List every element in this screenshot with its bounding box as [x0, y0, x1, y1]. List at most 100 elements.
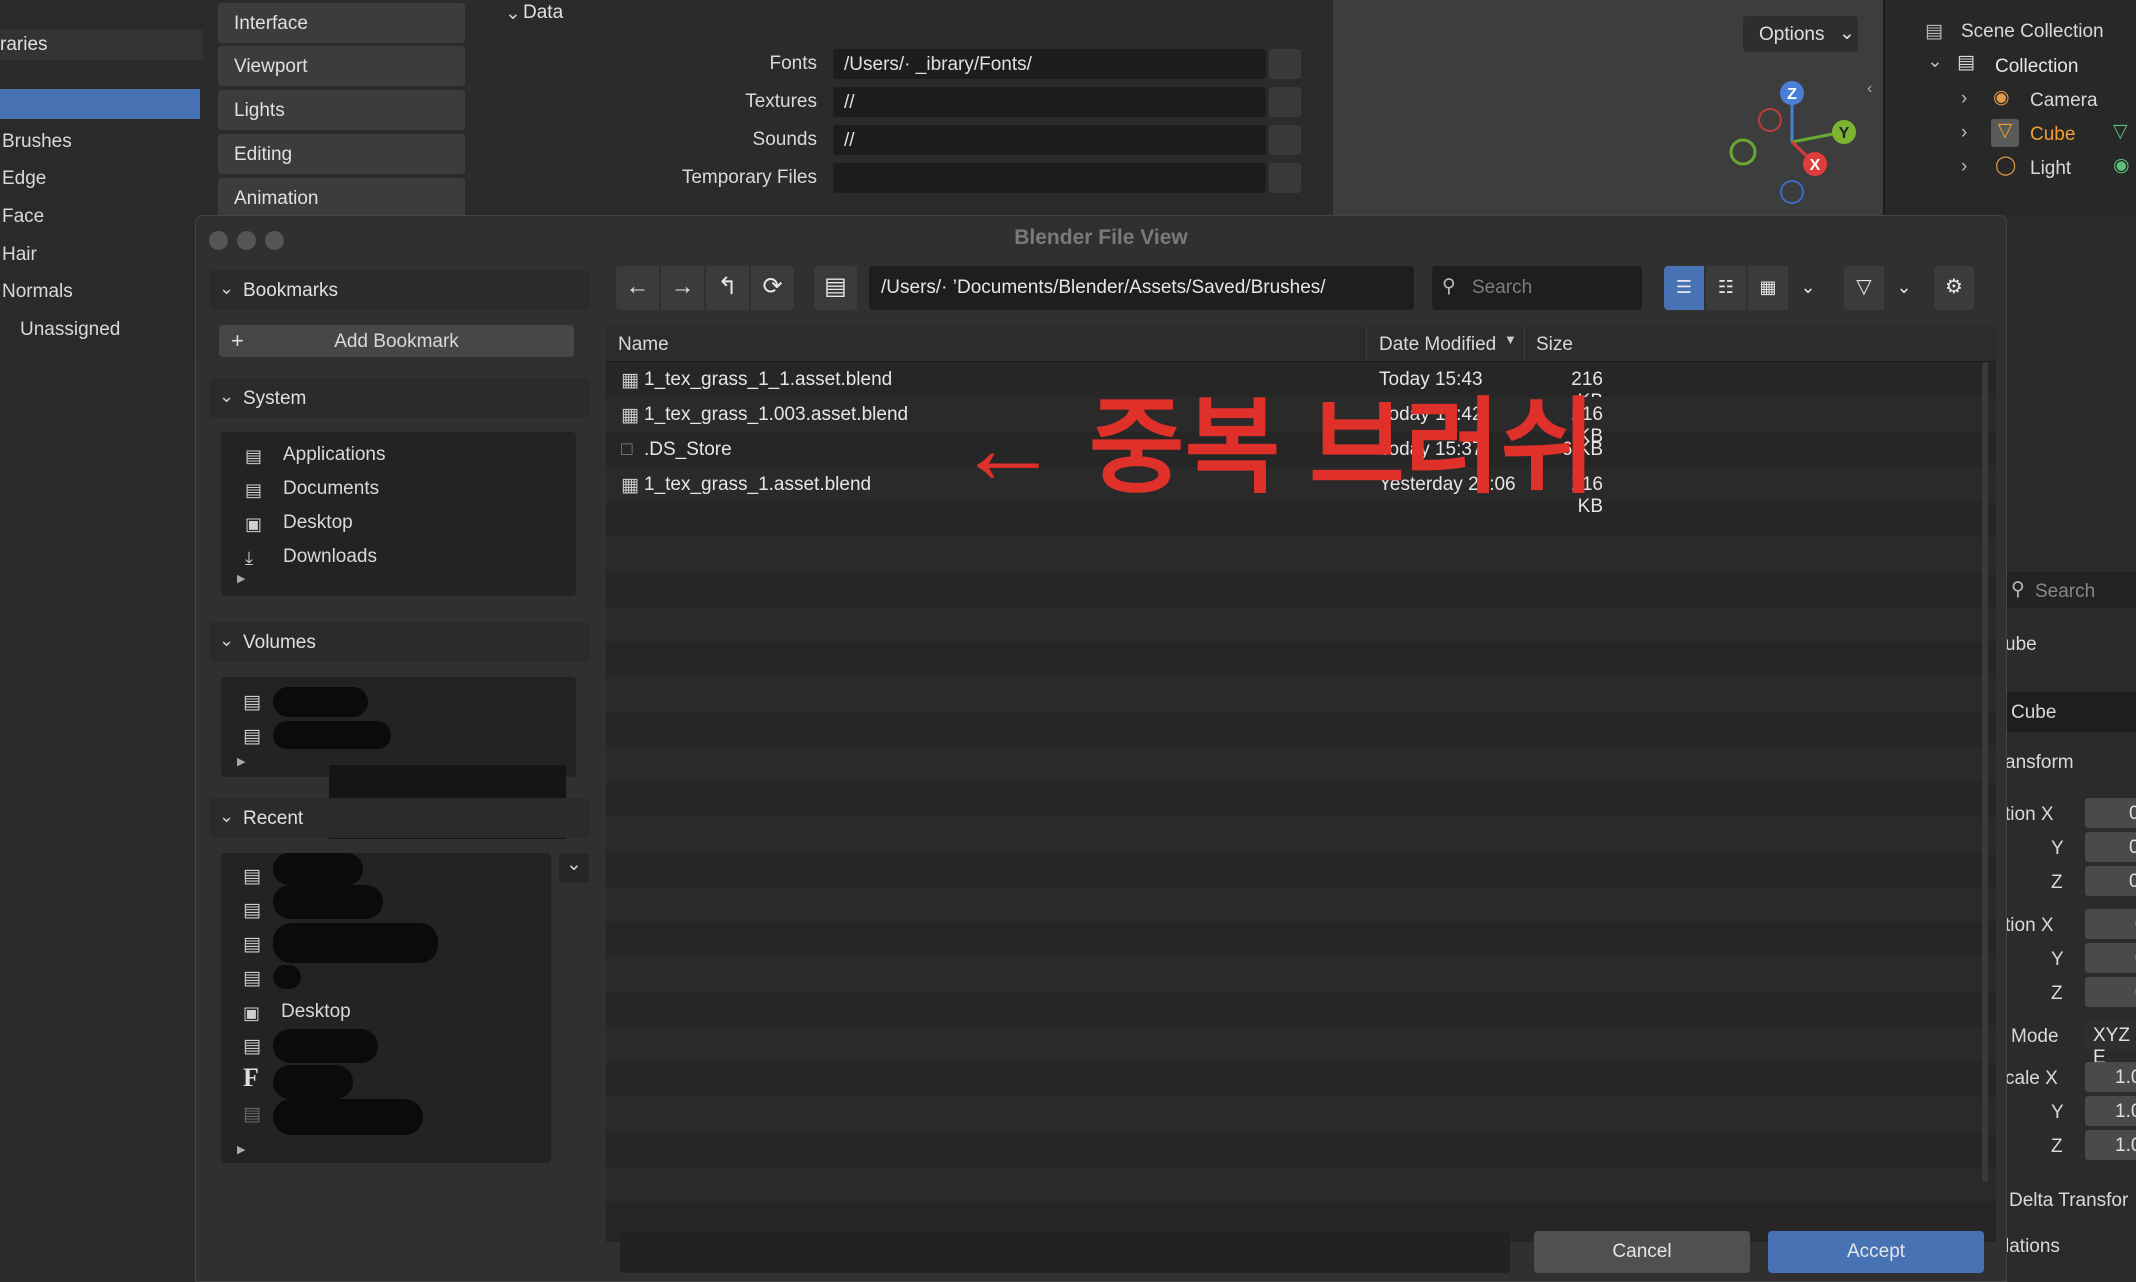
- scrollbar[interactable]: [1982, 362, 1988, 1182]
- category-lights[interactable]: Lights: [218, 90, 465, 130]
- chevron-down-icon[interactable]: ⌄: [505, 2, 521, 25]
- properties-search[interactable]: ⚲ Search: [2005, 572, 2136, 608]
- textures-path-field[interactable]: //: [833, 87, 1266, 117]
- parent-directory-icon[interactable]: ↰: [706, 266, 749, 310]
- recent-item-desktop[interactable]: ▣ Desktop: [243, 1001, 351, 1023]
- redacted-recent[interactable]: [273, 965, 301, 989]
- file-search-input[interactable]: ⚲ Search: [1432, 266, 1642, 310]
- cancel-button[interactable]: Cancel: [1534, 1231, 1750, 1273]
- rotation-y-field[interactable]: 0: [2085, 943, 2136, 973]
- selected-catalog-row[interactable]: [0, 89, 200, 119]
- redacted-recent[interactable]: [273, 923, 438, 963]
- forward-arrow-icon[interactable]: →: [661, 266, 704, 310]
- modifier-icon[interactable]: ▽: [2113, 120, 2128, 143]
- disk-icon: ▤: [243, 692, 261, 713]
- redacted-recent[interactable]: [273, 885, 383, 919]
- system-item-applications[interactable]: ▤ Applications: [245, 444, 385, 466]
- chevron-down-icon[interactable]: ⌄: [1927, 50, 1943, 73]
- volumes-section-header[interactable]: ⌄ Volumes: [209, 622, 589, 662]
- relations-header[interactable]: lations: [2005, 1236, 2060, 1258]
- bookmarks-section-header[interactable]: ⌄ Bookmarks: [209, 270, 589, 310]
- expand-triangle-icon[interactable]: ▶: [237, 572, 245, 585]
- redacted-recent[interactable]: [273, 853, 363, 885]
- navigation-gizmo[interactable]: Z Y X: [1333, 0, 1883, 215]
- redacted-volume[interactable]: [273, 721, 391, 749]
- category-interface[interactable]: Interface: [218, 3, 465, 43]
- chevron-right-icon[interactable]: ›: [1961, 156, 1967, 178]
- column-date-modified[interactable]: Date Modified: [1379, 334, 1496, 356]
- catalog-edge[interactable]: Edge: [2, 168, 46, 190]
- object-name-field[interactable]: Cube: [2005, 692, 2136, 732]
- fonts-path-field[interactable]: /Users/· _ibrary/Fonts/: [833, 49, 1266, 79]
- redacted-recent[interactable]: [273, 1029, 378, 1063]
- system-item-desktop[interactable]: ▣ Desktop: [245, 512, 353, 534]
- location-x-field[interactable]: 0: [2085, 798, 2136, 828]
- category-editing[interactable]: Editing: [218, 134, 465, 174]
- vertical-list-icon[interactable]: ☰: [1664, 266, 1704, 310]
- system-item-downloads[interactable]: ⤓ Downloads: [245, 546, 377, 568]
- recent-section-header[interactable]: ⌄ Recent: [209, 798, 589, 838]
- handwritten-annotation: ← 중복 브러쉬: [956, 390, 1597, 506]
- category-animation[interactable]: Animation: [218, 178, 465, 218]
- folder-icon[interactable]: [1269, 125, 1301, 155]
- horizontal-list-icon[interactable]: ☷: [1706, 266, 1746, 310]
- column-name[interactable]: Name: [618, 334, 669, 356]
- outliner-item-light[interactable]: Light: [2030, 158, 2071, 180]
- catalog-brushes[interactable]: Brushes: [2, 131, 72, 153]
- rotation-z-field[interactable]: 0: [2085, 977, 2136, 1007]
- expand-triangle-icon[interactable]: ▶: [237, 755, 245, 768]
- chevron-right-icon[interactable]: ›: [1961, 88, 1967, 110]
- delta-transform-header[interactable]: Delta Transfor: [2009, 1190, 2128, 1212]
- accept-button[interactable]: Accept: [1768, 1231, 1984, 1273]
- scale-y-field[interactable]: 1.0: [2085, 1096, 2136, 1126]
- catalog-hair[interactable]: Hair: [2, 244, 37, 266]
- chevron-down-icon[interactable]: ⌄: [1886, 266, 1922, 310]
- filename-input[interactable]: [620, 1231, 1510, 1273]
- column-size[interactable]: Size: [1536, 334, 1573, 356]
- catalog-normals[interactable]: Normals: [2, 281, 73, 303]
- directory-path-field[interactable]: /Users/· ’Documents/Blender/Assets/Saved…: [869, 266, 1414, 310]
- category-viewport[interactable]: Viewport: [218, 46, 465, 86]
- system-section-header[interactable]: ⌄ System: [209, 378, 589, 418]
- sounds-path-field[interactable]: //: [833, 125, 1266, 155]
- textures-label: Textures: [745, 91, 817, 112]
- folder-icon[interactable]: [1269, 87, 1301, 117]
- scale-x-field[interactable]: 1.0: [2085, 1062, 2136, 1092]
- expand-triangle-icon[interactable]: ▶: [237, 1143, 245, 1156]
- recent-options-dropdown[interactable]: ⌄: [559, 853, 589, 883]
- folder-icon[interactable]: [1269, 49, 1301, 79]
- light-data-icon[interactable]: ◉: [2113, 154, 2130, 177]
- outliner-item-cube[interactable]: Cube: [2030, 124, 2075, 146]
- rotation-x-field[interactable]: 0: [2085, 909, 2136, 939]
- rotation-mode-dropdown[interactable]: XYZ E: [2085, 1020, 2136, 1068]
- item-label: Desktop: [283, 512, 353, 533]
- outliner-item-camera[interactable]: Camera: [2030, 90, 2098, 112]
- refresh-icon[interactable]: ⟳: [751, 266, 794, 310]
- thumbnails-icon[interactable]: ▦: [1748, 266, 1788, 310]
- temp-files-path-field[interactable]: [833, 163, 1266, 193]
- catalog-face[interactable]: Face: [2, 206, 44, 228]
- 3d-viewport[interactable]: Options ⌄ Z Y X ‹: [1333, 0, 1883, 215]
- collection-label[interactable]: Collection: [1995, 56, 2078, 78]
- item-label: Applications: [283, 444, 386, 465]
- redacted-volume[interactable]: [273, 687, 368, 717]
- filter-icon[interactable]: ▽: [1844, 266, 1884, 310]
- transform-panel-header[interactable]: ansform: [2005, 752, 2074, 774]
- recent-title: Recent: [243, 808, 304, 829]
- chevron-right-icon[interactable]: ›: [1961, 122, 1967, 144]
- new-folder-icon[interactable]: ▤: [814, 266, 857, 310]
- location-z-field[interactable]: 0: [2085, 866, 2136, 896]
- chevron-down-icon[interactable]: ⌄: [1790, 266, 1826, 310]
- location-y-field[interactable]: 0: [2085, 832, 2136, 862]
- gear-icon[interactable]: ⚙: [1934, 266, 1974, 310]
- back-arrow-icon[interactable]: ←: [616, 266, 659, 310]
- redacted-recent[interactable]: [273, 1099, 423, 1135]
- system-item-documents[interactable]: ▤ Documents: [245, 478, 379, 500]
- chevron-left-icon[interactable]: ‹: [1867, 80, 1872, 98]
- add-bookmark-button[interactable]: + Add Bookmark: [219, 325, 574, 357]
- catalog-unassigned[interactable]: Unassigned: [20, 319, 120, 341]
- redacted-recent[interactable]: [273, 1065, 353, 1099]
- folder-icon[interactable]: [1269, 163, 1301, 193]
- folder-icon: ▤: [243, 1036, 261, 1057]
- scale-z-field[interactable]: 1.0: [2085, 1130, 2136, 1160]
